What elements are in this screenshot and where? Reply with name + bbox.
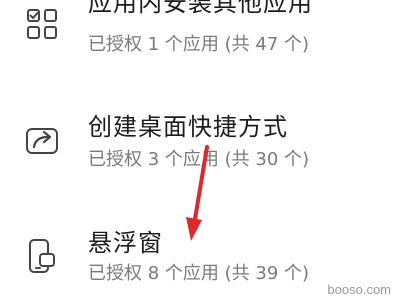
app-grid-icon	[20, 2, 64, 46]
floating-window-icon	[20, 234, 64, 278]
permission-item-title: 创建桌面快捷方式	[88, 113, 288, 141]
permission-item-count: 已授权 3 个应用 (共 30 个)	[88, 149, 310, 170]
permission-item-count: 已授权 8 个应用 (共 39 个)	[88, 263, 310, 284]
permission-item-title: 应用内安装其他应用	[88, 0, 313, 17]
permission-list: 应用内安装其他应用 已授权 1 个应用 (共 47 个) 创建桌面快捷方式 已授…	[0, 0, 400, 300]
permission-item-title: 悬浮窗	[88, 229, 163, 257]
permission-item-desktop-shortcut[interactable]: 创建桌面快捷方式 已授权 3 个应用 (共 30 个)	[0, 100, 400, 198]
share-shortcut-icon	[20, 118, 64, 162]
watermark: booso.com	[322, 281, 396, 298]
permission-item-count: 已授权 1 个应用 (共 47 个)	[88, 34, 310, 55]
permission-item-install-apps[interactable]: 应用内安装其他应用 已授权 1 个应用 (共 47 个)	[0, 0, 400, 86]
